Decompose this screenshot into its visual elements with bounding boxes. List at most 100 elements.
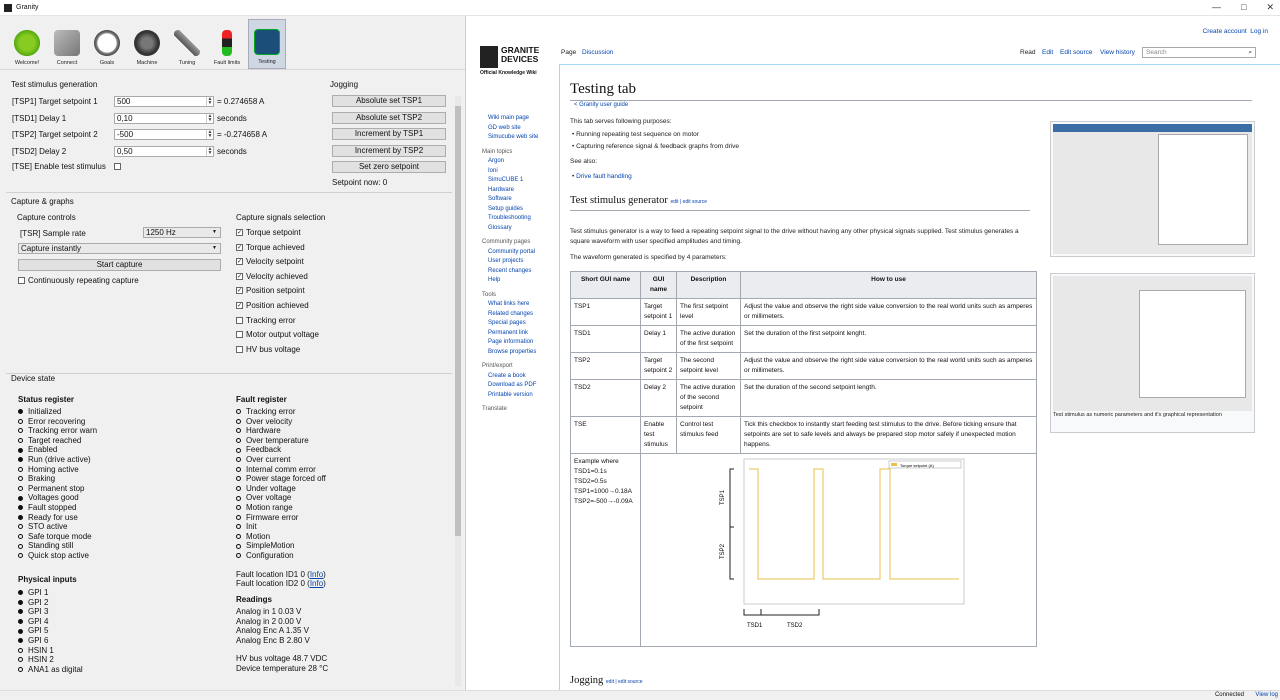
sidebar-link[interactable]: Troubleshooting: [482, 214, 538, 224]
increment-tsp2-button[interactable]: Increment by TSP2: [332, 145, 446, 157]
signal-checkbox[interactable]: ✓: [236, 272, 243, 280]
input-label: GPI 2: [28, 597, 49, 607]
sidebar-link[interactable]: Software: [482, 195, 538, 205]
search-icon[interactable]: ⌕: [1248, 48, 1252, 57]
spin-arrows-icon[interactable]: ▲ ▼: [206, 114, 213, 123]
signal-checkbox-row[interactable]: HV bus voltage: [236, 345, 300, 354]
start-capture-button[interactable]: Start capture: [18, 259, 221, 271]
sidebar-link[interactable]: Setup guides: [482, 205, 538, 215]
tab-page[interactable]: Page: [561, 49, 576, 56]
fault-location-1-info-link[interactable]: Info: [310, 570, 323, 579]
tab-edit[interactable]: Edit: [1042, 49, 1053, 56]
granite-devices-logo[interactable]: GRANITE DEVICES Official Knowledge Wiki: [480, 46, 548, 80]
increment-tsp1-button[interactable]: Increment by TSP1: [332, 128, 446, 140]
tab-edit-source[interactable]: Edit source: [1060, 49, 1093, 56]
sidebar-link[interactable]: SimuCUBE 1: [482, 176, 538, 186]
tse-checkbox-row[interactable]: [TSE] Enable test stimulus: [12, 162, 124, 171]
tab-fault-limits[interactable]: Fault limits: [208, 19, 246, 69]
sidebar-link[interactable]: Glossary: [482, 224, 538, 234]
tsp2-input[interactable]: -500 ▲ ▼: [114, 129, 214, 140]
scrollbar-thumb[interactable]: [455, 106, 461, 536]
signal-checkbox-row[interactable]: ✓ Torque achieved: [236, 243, 305, 252]
signal-checkbox-row[interactable]: ✓ Position setpoint: [236, 286, 305, 295]
fault-location-2-info-link[interactable]: Info: [310, 579, 323, 588]
tsd2-input[interactable]: 0,50 ▲ ▼: [114, 146, 214, 157]
breadcrumb-link[interactable]: < Granity user guide: [574, 102, 628, 108]
tsp1-input[interactable]: 500 ▲ ▼: [114, 96, 214, 107]
tsd1-input[interactable]: 0,10 ▲ ▼: [114, 113, 214, 124]
signal-checkbox-row[interactable]: ✓ Torque setpoint: [236, 228, 301, 237]
tsd2-value: 0,50: [117, 147, 133, 156]
fault-location-2: Fault location ID2 0 (Info): [236, 579, 326, 588]
screenshot-thumbnail-1[interactable]: [1050, 121, 1255, 257]
sidebar-link[interactable]: GD web site: [482, 124, 538, 134]
capture-mode-select[interactable]: Capture instantly ▼: [18, 243, 221, 254]
set-zero-setpoint-button[interactable]: Set zero setpoint: [332, 161, 446, 173]
signal-checkbox[interactable]: ✓: [236, 243, 243, 251]
sidebar-link[interactable]: Help: [482, 276, 538, 286]
search-input[interactable]: Search ⌕: [1142, 47, 1256, 58]
signal-checkbox[interactable]: [236, 331, 243, 339]
sidebar-link[interactable]: Create a book: [482, 372, 538, 382]
sidebar-link[interactable]: Printable version: [482, 391, 538, 401]
section-edit-links[interactable]: edit | edit source: [670, 199, 707, 205]
tab-label: Tuning: [178, 60, 196, 66]
tab-testing[interactable]: Testing: [248, 19, 286, 69]
sidebar-link[interactable]: Recent changes: [482, 267, 538, 277]
signal-checkbox[interactable]: [236, 316, 243, 324]
tab-tuning[interactable]: Tuning: [168, 19, 206, 69]
tab-read[interactable]: Read: [1020, 49, 1036, 56]
sidebar-link[interactable]: Community portal: [482, 248, 538, 258]
sidebar-link[interactable]: Page information: [482, 338, 538, 348]
sidebar-heading-translate[interactable]: Translate: [482, 405, 538, 415]
tab-welcome[interactable]: Welcome!: [8, 19, 46, 69]
sidebar-link[interactable]: Argon: [482, 157, 538, 167]
sidebar-link[interactable]: Permanent link: [482, 329, 538, 339]
sidebar-link[interactable]: Wiki main page: [482, 114, 538, 124]
sidebar-link[interactable]: User projects: [482, 257, 538, 267]
signal-checkbox[interactable]: ✓: [236, 229, 243, 236]
sidebar-link[interactable]: Related changes: [482, 310, 538, 320]
continuous-capture-row[interactable]: Continuously repeating capture: [18, 276, 139, 285]
signal-checkbox[interactable]: [236, 345, 243, 353]
signal-checkbox-row[interactable]: Tracking error: [236, 316, 296, 325]
signal-checkbox-row[interactable]: ✓ Velocity achieved: [236, 272, 308, 281]
continuous-capture-checkbox[interactable]: [18, 277, 25, 284]
section-edit-links[interactable]: edit | edit source: [606, 679, 643, 685]
minimize-button[interactable]: —: [1212, 2, 1221, 13]
signal-checkbox-row[interactable]: ✓ Position achieved: [236, 301, 309, 310]
signal-checkbox[interactable]: ✓: [236, 287, 243, 295]
signal-checkbox-row[interactable]: Motor output voltage: [236, 330, 319, 339]
tse-checkbox[interactable]: [113, 163, 121, 170]
create-account-link[interactable]: Create account: [1203, 28, 1247, 35]
view-log-link[interactable]: View log: [1255, 692, 1278, 698]
tab-connect[interactable]: Connect: [48, 19, 86, 69]
spin-arrows-icon[interactable]: ▲ ▼: [206, 147, 213, 156]
sidebar-link[interactable]: Browse properties: [482, 348, 538, 358]
tab-discussion[interactable]: Discussion: [582, 49, 613, 56]
sidebar-link[interactable]: Download as PDF: [482, 381, 538, 391]
input-indicator-icon: [18, 657, 23, 663]
sidebar-link[interactable]: Special pages: [482, 319, 538, 329]
screenshot-thumbnail-2[interactable]: Test stimulus as numeric parameters and …: [1050, 273, 1255, 433]
sidebar-link[interactable]: Simucube web site: [482, 133, 538, 143]
left-scrollbar[interactable]: [455, 96, 461, 686]
signal-checkbox[interactable]: ✓: [236, 302, 243, 309]
login-link[interactable]: Log in: [1250, 28, 1268, 35]
signal-checkbox[interactable]: ✓: [236, 258, 243, 266]
sidebar-link[interactable]: Hardware: [482, 186, 538, 196]
close-button[interactable]: ✕: [1266, 2, 1274, 13]
tab-machine[interactable]: Machine: [128, 19, 166, 69]
absolute-set-tsp1-button[interactable]: Absolute set TSP1: [332, 95, 446, 107]
absolute-set-tsp2-button[interactable]: Absolute set TSP2: [332, 112, 446, 124]
tab-goals[interactable]: Goals: [88, 19, 126, 69]
signal-checkbox-row[interactable]: ✓ Velocity setpoint: [236, 257, 304, 266]
spin-arrows-icon[interactable]: ▲ ▼: [206, 97, 213, 106]
drive-fault-handling-link[interactable]: Drive fault handling: [576, 173, 632, 180]
spin-arrows-icon[interactable]: ▲ ▼: [206, 130, 213, 139]
sample-rate-select[interactable]: 1250 Hz ▼: [143, 227, 221, 238]
sidebar-link[interactable]: Ioni: [482, 167, 538, 177]
sidebar-link[interactable]: What links here: [482, 300, 538, 310]
maximize-button[interactable]: □: [1241, 2, 1246, 13]
tab-view-history[interactable]: View history: [1100, 49, 1135, 56]
